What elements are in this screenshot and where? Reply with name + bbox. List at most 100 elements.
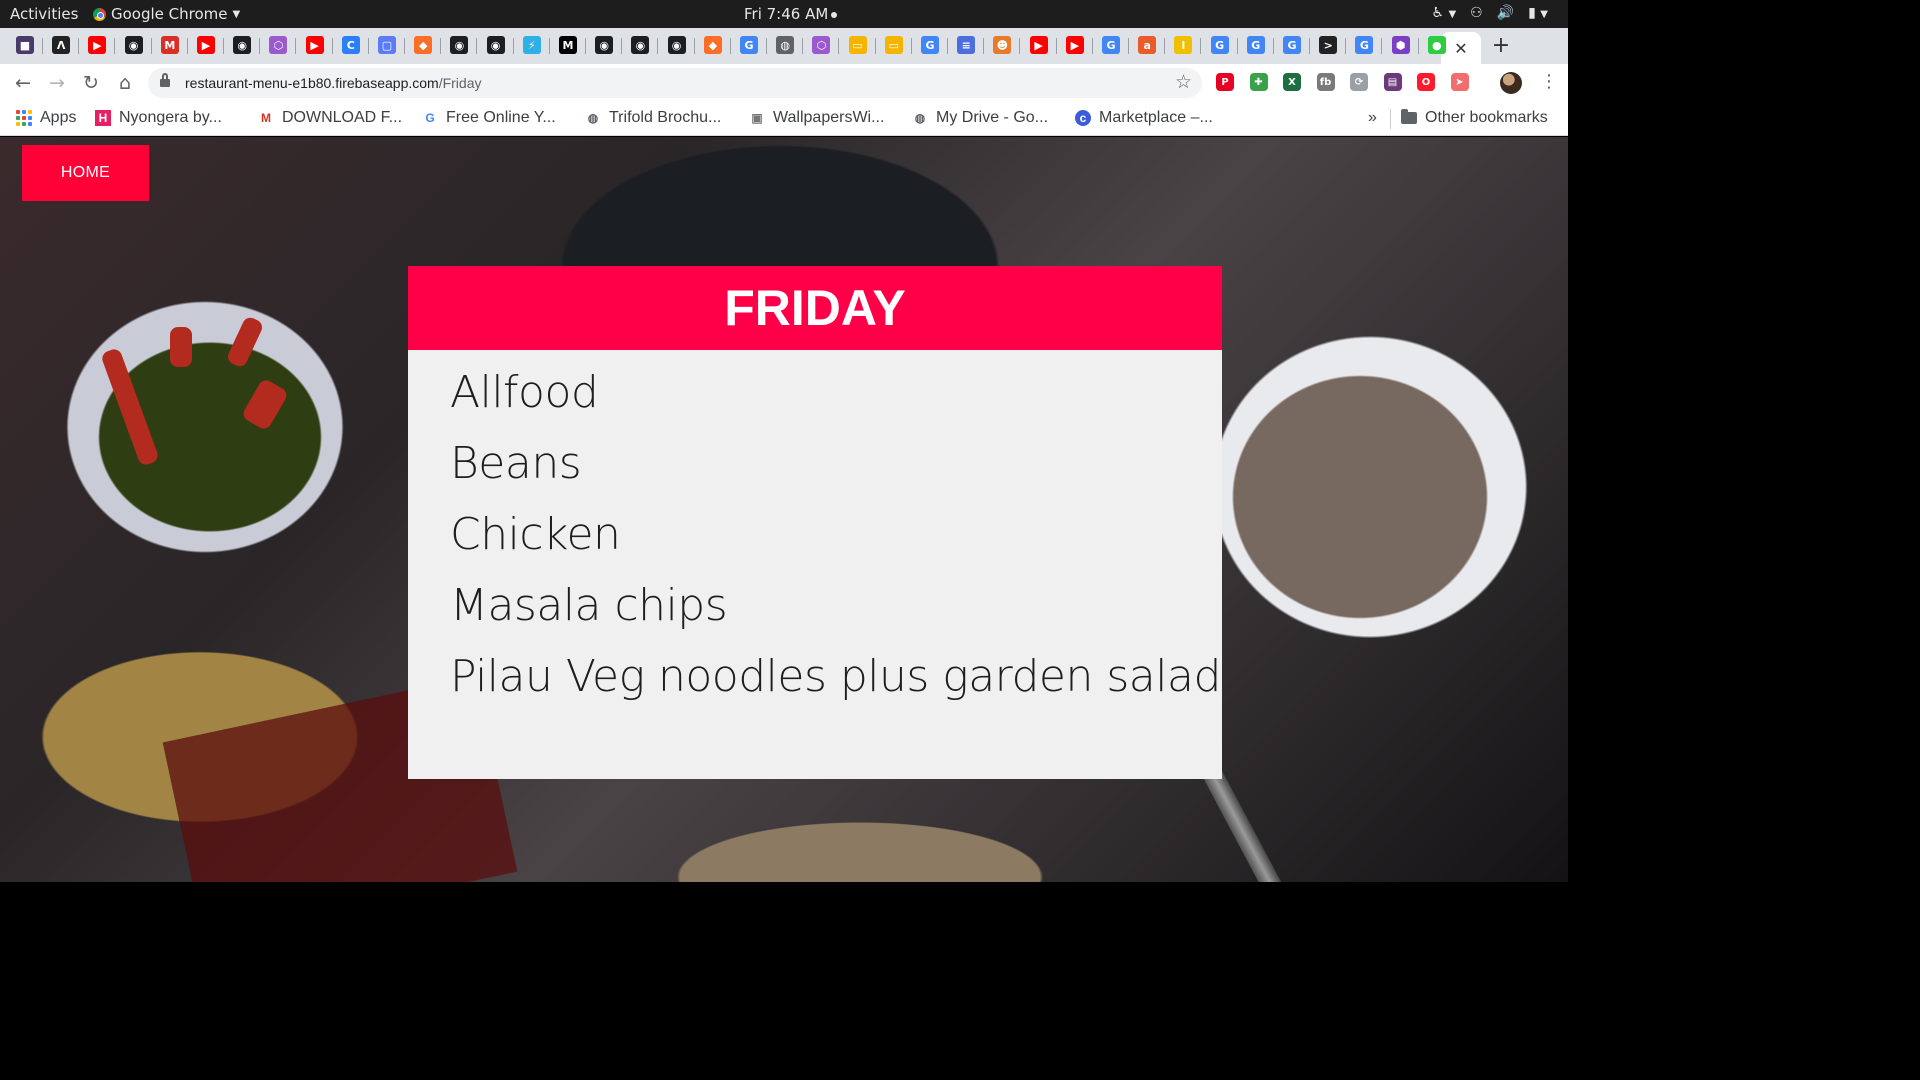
sync-icon[interactable]: ⟳: [1350, 73, 1368, 91]
youtube-icon[interactable]: ▶: [305, 36, 324, 54]
github-icon[interactable]: ◉: [233, 36, 252, 54]
bookmark-free-online[interactable]: G Free Online Y...: [422, 109, 556, 127]
reload-button[interactable]: ↻: [79, 71, 103, 95]
green-circle-icon[interactable]: ●: [1427, 36, 1446, 54]
active-tab[interactable]: ✕: [1441, 32, 1481, 64]
gitlab-icon[interactable]: ◆: [414, 36, 433, 54]
folder-icon: [1401, 109, 1417, 124]
meet-icon[interactable]: ▢: [378, 36, 396, 54]
tab-separator: [621, 38, 623, 54]
github-icon[interactable]: ◉: [667, 36, 686, 54]
youtube-icon[interactable]: ▶: [1065, 36, 1084, 54]
wallpaper-icon: ▣: [751, 111, 763, 125]
docs-icon[interactable]: ≡: [957, 36, 976, 54]
graphql-icon[interactable]: ⬡: [269, 36, 288, 54]
tab-separator: [114, 38, 116, 54]
tab-separator: [1345, 38, 1347, 54]
url-text[interactable]: restaurant-menu-e1b80.firebaseapp.com/Fr…: [185, 75, 482, 91]
clock[interactable]: Fri 7:46 AM: [744, 5, 838, 23]
bookmark-trifold[interactable]: ◍ Trifold Brochu...: [585, 109, 722, 127]
google-icon[interactable]: G: [1210, 36, 1229, 54]
lastpass-l-icon[interactable]: l: [1174, 36, 1193, 54]
lock-icon[interactable]: [160, 73, 170, 87]
forward-button[interactable]: →: [45, 71, 69, 95]
new-tab-button[interactable]: +: [1490, 33, 1512, 58]
profile-avatar[interactable]: [1500, 72, 1522, 94]
tab-separator: [223, 38, 224, 54]
github-icon[interactable]: ◉: [486, 36, 505, 54]
divider: [1390, 109, 1391, 129]
other-bookmarks[interactable]: Other bookmarks: [1401, 109, 1548, 127]
graphql-icon[interactable]: ⬡: [812, 36, 831, 54]
bookmark-my-drive[interactable]: ◍ My Drive - Go...: [912, 109, 1048, 127]
network-icon[interactable]: ⚇: [1470, 5, 1483, 21]
battery-icon[interactable]: ▮ ▼: [1528, 5, 1548, 21]
opera-icon[interactable]: O: [1417, 73, 1435, 91]
youtube-icon[interactable]: ▶: [1029, 36, 1048, 54]
globe-icon[interactable]: ◍: [776, 36, 795, 54]
bookmark-apps[interactable]: Apps: [16, 109, 76, 127]
day-title: FRIDAY: [408, 266, 1222, 350]
extension-green-icon[interactable]: ✚: [1249, 73, 1268, 91]
pinterest-icon[interactable]: P: [1216, 73, 1234, 91]
close-tab-icon[interactable]: ✕: [1454, 39, 1467, 58]
volume-icon[interactable]: 🔊: [1497, 5, 1514, 21]
arch-icon[interactable]: Λ: [52, 36, 71, 54]
fox-icon[interactable]: ☻: [993, 36, 1012, 54]
bookmarks-overflow-button[interactable]: »: [1368, 109, 1377, 127]
activities-button[interactable]: Activities: [10, 5, 78, 23]
url-host: restaurant-menu-e1b80.firebaseapp.com: [185, 75, 439, 91]
menu-card: FRIDAY Allfood Beans Chicken Masala chip…: [408, 266, 1222, 779]
youtube-icon[interactable]: ▶: [197, 36, 215, 54]
terminal-icon[interactable]: >: [1319, 36, 1338, 54]
system-tray[interactable]: ♿ ▼ ⚇ 🔊 ▮ ▼: [1431, 5, 1548, 21]
google-icon[interactable]: G: [921, 36, 939, 54]
gitlab-icon[interactable]: ◆: [703, 36, 722, 54]
bookmark-ext-icon[interactable]: ▤: [1383, 73, 1402, 91]
app-menu-label: Google Chrome: [111, 5, 228, 23]
bookmark-star-icon[interactable]: ☆: [1175, 71, 1192, 93]
slides-icon[interactable]: ▭: [848, 36, 867, 54]
youtube-icon[interactable]: ▶: [88, 36, 107, 54]
address-bar[interactable]: restaurant-menu-e1b80.firebaseapp.com/Fr…: [148, 68, 1202, 98]
gmail-icon[interactable]: M: [160, 36, 179, 54]
google-icon[interactable]: G: [1246, 36, 1265, 54]
globe-icon: ◍: [587, 111, 599, 125]
stackblitz-icon[interactable]: ⚡: [522, 36, 541, 54]
bookmark-nyongera[interactable]: H Nyongera by...: [95, 109, 222, 127]
tab-separator: [150, 38, 152, 54]
google-icon[interactable]: G: [1355, 36, 1374, 54]
slides-icon[interactable]: ▭: [884, 36, 903, 54]
bookmark-marketplace[interactable]: c Marketplace –...: [1075, 109, 1213, 127]
bookmark-label: Free Online Y...: [446, 109, 556, 126]
ask-icon[interactable]: a: [1138, 36, 1157, 54]
back-button[interactable]: ←: [11, 71, 35, 95]
home-button[interactable]: HOME: [22, 145, 149, 201]
tab-separator: [1091, 38, 1093, 54]
hexagon-icon[interactable]: ⬢: [1391, 36, 1410, 54]
app-menu[interactable]: Google Chrome ▼: [93, 5, 240, 23]
accessibility-icon[interactable]: ♿ ▼: [1431, 5, 1456, 21]
menu-kebab-icon[interactable]: ⋮: [1540, 71, 1558, 92]
github-icon[interactable]: ◉: [595, 36, 614, 54]
home-nav-button[interactable]: ⌂: [113, 71, 137, 95]
google-icon[interactable]: G: [740, 36, 758, 54]
caret-down-icon: ▼: [232, 8, 241, 20]
bookmark-label: Nyongera by...: [119, 109, 222, 126]
fb-icon[interactable]: fb: [1316, 73, 1335, 91]
google-icon[interactable]: G: [1283, 36, 1301, 54]
google-icon[interactable]: G: [1102, 36, 1120, 54]
bookmark-label: DOWNLOAD F...: [282, 109, 403, 126]
profile-icon[interactable]: ■: [16, 36, 34, 54]
bookmark-download[interactable]: M DOWNLOAD F...: [258, 109, 402, 127]
arrow-ext-icon[interactable]: ➤: [1450, 73, 1469, 91]
github-icon[interactable]: ◉: [124, 36, 143, 54]
medium-icon[interactable]: M: [559, 36, 577, 54]
github-icon[interactable]: ◉: [450, 36, 469, 54]
bookmark-wallpapers[interactable]: ▣ WallpapersWi...: [749, 109, 884, 127]
tab-separator: [1019, 38, 1021, 54]
excel-icon[interactable]: X: [1283, 73, 1301, 91]
marketplace-icon: c: [1075, 110, 1091, 126]
github-icon[interactable]: ◉: [631, 36, 650, 54]
blue-c-icon[interactable]: C: [341, 36, 360, 54]
